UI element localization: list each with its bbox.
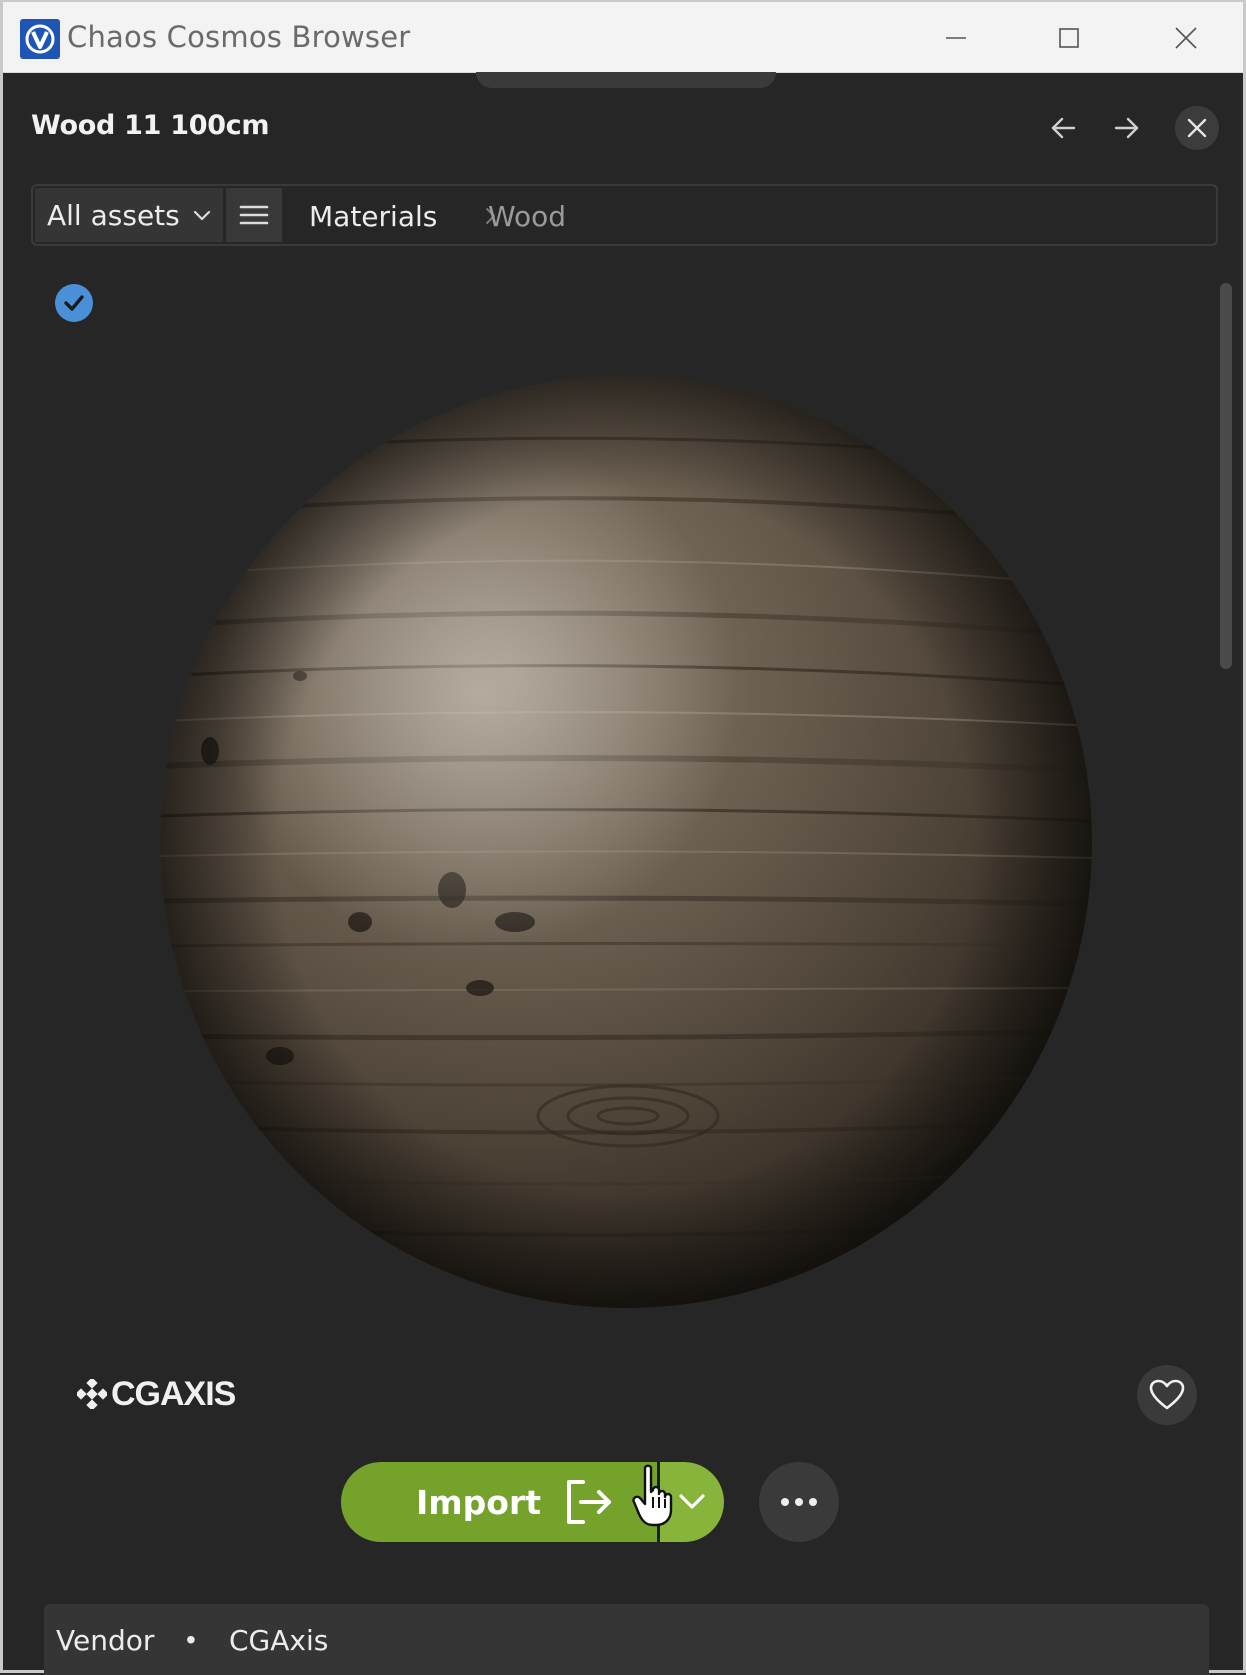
breadcrumb-materials[interactable]: Materials (309, 200, 437, 233)
check-icon (64, 295, 84, 311)
chaos-logo-icon (20, 19, 60, 59)
hamburger-menu-icon (239, 205, 269, 225)
more-options-button[interactable] (759, 1462, 839, 1542)
vendor-logo: CGAXIS (77, 1374, 236, 1414)
asset-title: Wood 11 100cm (31, 110, 270, 141)
drag-handle[interactable] (476, 72, 776, 88)
info-separator: • (186, 1624, 196, 1655)
breadcrumb: All assets Materials Wood (31, 184, 1218, 246)
arrow-right-icon (1114, 117, 1139, 139)
select-checkbox[interactable] (55, 284, 93, 322)
vendor-logo-text: CGAXIS (111, 1374, 236, 1413)
close-detail-button[interactable] (1175, 106, 1219, 150)
info-value-vendor[interactable]: CGAxis (229, 1624, 328, 1657)
previous-asset-button[interactable] (1043, 108, 1083, 148)
chevron-down-icon (193, 210, 211, 221)
vendor-info-row: Vendor • CGAxis (44, 1604, 1209, 1675)
maximize-icon (1059, 28, 1079, 48)
more-dots-icon (781, 1498, 817, 1506)
info-key-vendor: Vendor (56, 1624, 155, 1657)
cosmos-browser-window: Chaos Cosmos Browser Wood 11 100cm All a… (0, 0, 1246, 1675)
import-icon (567, 1480, 611, 1524)
chevron-down-icon (679, 1494, 705, 1509)
asset-filter-label: All assets (47, 198, 180, 232)
minimize-icon (946, 37, 966, 39)
next-asset-button[interactable] (1107, 108, 1147, 148)
cgaxis-mark-icon (77, 1379, 107, 1409)
asset-filter-dropdown[interactable]: All assets (35, 188, 223, 242)
minimize-button[interactable] (934, 16, 978, 60)
favorite-button[interactable] (1137, 1365, 1197, 1425)
preview-scrollbar[interactable] (1220, 283, 1232, 669)
maximize-button[interactable] (1047, 16, 1091, 60)
category-menu-button[interactable] (226, 188, 282, 242)
title-bar: Chaos Cosmos Browser (3, 2, 1243, 73)
arrow-left-icon (1051, 117, 1076, 139)
import-button[interactable]: Import (341, 1462, 657, 1542)
close-icon (1175, 27, 1197, 49)
window-close-button[interactable] (1164, 16, 1208, 60)
window-title: Chaos Cosmos Browser (67, 20, 411, 54)
import-options-dropdown[interactable] (660, 1462, 724, 1542)
import-label: Import (416, 1482, 542, 1522)
material-preview-sphere (160, 376, 1092, 1308)
close-icon (1187, 118, 1207, 138)
heart-icon (1149, 1379, 1185, 1410)
breadcrumb-wood[interactable]: Wood (488, 200, 566, 233)
